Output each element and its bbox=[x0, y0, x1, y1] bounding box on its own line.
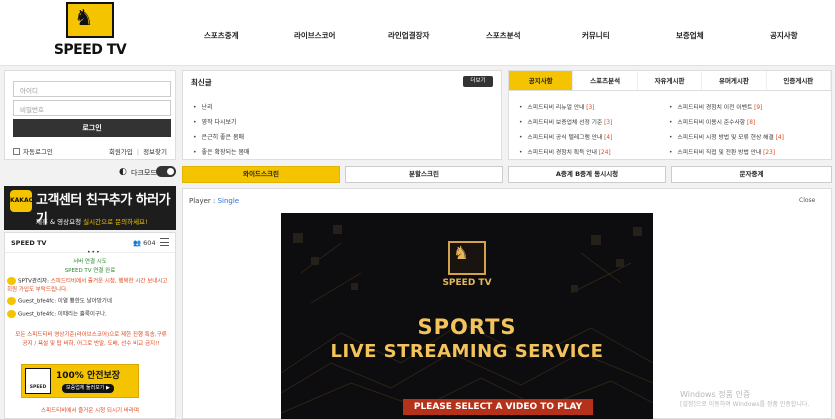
close-player-button[interactable]: Close bbox=[799, 197, 815, 204]
video-logo-text: SPEED TV bbox=[442, 278, 492, 288]
notice-item[interactable]: 스피드티비 경험치 획득 안내 [24] bbox=[519, 147, 610, 156]
player-mode-label: Player : Single bbox=[189, 197, 240, 205]
checkbox-icon[interactable] bbox=[13, 147, 20, 155]
notice-item[interactable]: 스피드티비 시청 방법 및 모류 현상 해결 [4] bbox=[669, 132, 783, 141]
join-link[interactable]: 회원가입 bbox=[109, 148, 133, 156]
auto-login-checkbox[interactable]: 자동로그인 bbox=[13, 146, 53, 156]
chat-system-message: 서버 연결 시도 bbox=[73, 259, 107, 265]
dark-mode-row: ◐ 다크모드 bbox=[4, 164, 176, 180]
chat-footer-message: 스피드티비에서 즐거운 시청 되시기 바라며 bbox=[40, 408, 140, 414]
avatar bbox=[7, 310, 16, 318]
widescreen-button[interactable]: 와이드스크린 bbox=[182, 166, 340, 183]
nav-item-guaranteed[interactable]: 보증업체 bbox=[676, 30, 704, 41]
latest-post-item[interactable]: 은근히 좋은 몸매 bbox=[193, 132, 244, 141]
notice-item[interactable]: 스피드티비 리뉴얼 안내 [3] bbox=[519, 102, 594, 111]
chat-message: SPTV관리자: 스피드티비에서 즐거운 시청, 행복한 시간 보내시고 회원 … bbox=[7, 277, 168, 293]
nav-item-notice[interactable]: 공지사항 bbox=[770, 30, 798, 41]
tab-free-board[interactable]: 자유게시판 bbox=[638, 71, 703, 90]
text-broadcast-button[interactable]: 문자중계 bbox=[671, 166, 832, 183]
main-nav: 스포츠중계 라이브스코어 라인업결장자 스포츠분석 커뮤니티 보증업체 공지사항 bbox=[180, 30, 820, 46]
nav-item-livescore[interactable]: 라이브스코어 bbox=[294, 30, 335, 41]
tab-verify-board[interactable]: 인증게시판 bbox=[767, 71, 832, 90]
chat-message: Guest_bfe4fc: 이때리는 훌룩이구나. bbox=[7, 310, 173, 319]
logo-text: SPEED TV bbox=[53, 42, 127, 58]
guarantee-banner-logo: SPEED TV bbox=[25, 368, 51, 394]
tab-sports-analysis[interactable]: 스포츠분석 bbox=[573, 71, 638, 90]
site-header: ♞ SPEED TV 스포츠중계 라이브스코어 라인업결장자 스포츠분석 커뮤니… bbox=[0, 0, 835, 66]
auto-login-label: 자동로그인 bbox=[23, 148, 53, 156]
latest-post-item[interactable]: 영작 다시보기 bbox=[193, 117, 237, 126]
nav-item-community[interactable]: 커뮤니티 bbox=[582, 30, 610, 41]
nav-item-sports-broadcast[interactable]: 스포츠중계 bbox=[204, 30, 239, 41]
latest-posts-title: 최신글 bbox=[191, 78, 212, 87]
select-video-prompt[interactable]: PLEASE SELECT A VIDEO TO PLAY bbox=[403, 399, 593, 415]
account-links: 회원가입 | 정보찾기 bbox=[108, 148, 167, 156]
latest-posts-panel: 최신글 더보기 난리 영작 다시보기 은근히 좋은 몸매 좋은 확장되는 몸매 bbox=[182, 70, 502, 160]
find-info-link[interactable]: 정보찾기 bbox=[143, 148, 167, 156]
video-title-live-streaming: LIVE STREAMING SERVICE bbox=[330, 341, 604, 362]
notice-item[interactable]: 스피드티비 경험치 이전 이벤트 [9] bbox=[669, 102, 762, 111]
notice-item[interactable]: 스피드티비 보증업체 선정 기준 [3] bbox=[519, 117, 612, 126]
more-button[interactable]: 더보기 bbox=[463, 76, 493, 87]
hamburger-menu-icon[interactable] bbox=[160, 238, 169, 246]
notice-item[interactable]: 스피드티비 공식 텔레그램 안내 [4] bbox=[519, 132, 612, 141]
avatar bbox=[7, 277, 16, 285]
tab-humor-board[interactable]: 유머게시판 bbox=[702, 71, 767, 90]
notice-item[interactable]: 스피드티비 이용시 준수사항 [8] bbox=[669, 117, 755, 126]
nav-item-lineup[interactable]: 라인업결장자 bbox=[388, 30, 429, 41]
kakao-banner-subtitle: 제휴 & 영상요청 실시간으로 문의하세요! bbox=[36, 218, 148, 226]
avatar bbox=[7, 297, 16, 305]
rabbit-icon: ♞ bbox=[453, 243, 470, 264]
chat-title: SPEED TV bbox=[11, 239, 47, 247]
guarantee-banner-title: 100% 안전보장 bbox=[56, 371, 121, 381]
dark-mode-label: 다크모드 bbox=[131, 169, 157, 177]
dual-stream-button[interactable]: A중계 B중계 동시시청 bbox=[508, 166, 666, 183]
speedtv-logo[interactable]: ♞ SPEED TV bbox=[52, 2, 128, 62]
split-screen-button[interactable]: 분할스크린 bbox=[345, 166, 503, 183]
login-button[interactable]: 로그인 bbox=[13, 119, 171, 137]
video-screen[interactable]: ♞ SPEED TV SPORTS LIVE STREAMING SERVICE… bbox=[281, 213, 653, 419]
board-tabs: 공지사항 스포츠분석 자유게시판 유머게시판 인증게시판 bbox=[509, 71, 832, 91]
latest-post-item[interactable]: 좋은 확장되는 몸매 bbox=[193, 147, 250, 156]
chat-user-count: 👥 604 bbox=[133, 239, 156, 247]
kakao-friend-banner[interactable]: KAKAO 고객센터 친구추가 하러가기 제휴 & 영상요청 실시간으로 문의하… bbox=[4, 186, 176, 230]
latest-post-item[interactable]: 난리 bbox=[193, 102, 213, 111]
loading-dots-icon: ••• bbox=[87, 249, 101, 256]
rabbit-icon: ♞ bbox=[74, 6, 94, 31]
password-input[interactable]: 비밀번호 bbox=[13, 100, 171, 116]
video-title-sports: SPORTS bbox=[417, 315, 517, 339]
video-player-panel: Player : Single Close ♞ SPEED TV SPORTS … bbox=[182, 188, 832, 419]
chat-system-message: SPEED TV 연결 완료 bbox=[64, 268, 116, 274]
kakao-talk-icon: KAKAO bbox=[10, 190, 34, 212]
tab-notice[interactable]: 공지사항 bbox=[509, 71, 574, 90]
dark-mode-toggle[interactable] bbox=[156, 166, 176, 177]
nav-item-analysis[interactable]: 스포츠분석 bbox=[486, 30, 521, 41]
username-input[interactable]: 아이디 bbox=[13, 81, 171, 97]
chat-message: Guest_bfe4fc: 이열 뿅한도 날아망기네 bbox=[7, 297, 173, 306]
moon-icon: ◐ bbox=[119, 167, 127, 177]
notice-item[interactable]: 스피드티비 직접 및 전환 방법 안내 [23] bbox=[669, 147, 775, 156]
windows-activation-watermark: Windows 정품 인증 [설정]으로 이동하여 Windows를 정품 인증… bbox=[680, 390, 810, 408]
chat-rules-notice: 모든 스피드티비 영상기준(라이브스코어)으로 제한 진행 특송,구류 공지 /… bbox=[15, 332, 167, 347]
board-panel: 공지사항 스포츠분석 자유게시판 유머게시판 인증게시판 스피드티비 리뉴얼 안… bbox=[508, 70, 832, 160]
guarantee-banner[interactable]: SPEED TV 100% 안전보장 보증업체 둘러보기 ▶ bbox=[21, 364, 139, 398]
chat-panel: SPEED TV 👥 604 ••• 서버 연결 시도 SPEED TV 연결 … bbox=[4, 232, 176, 419]
login-panel: 아이디 비밀번호 로그인 자동로그인 회원가입 | 정보찾기 bbox=[4, 70, 176, 160]
guarantee-banner-button[interactable]: 보증업체 둘러보기 ▶ bbox=[62, 384, 114, 393]
